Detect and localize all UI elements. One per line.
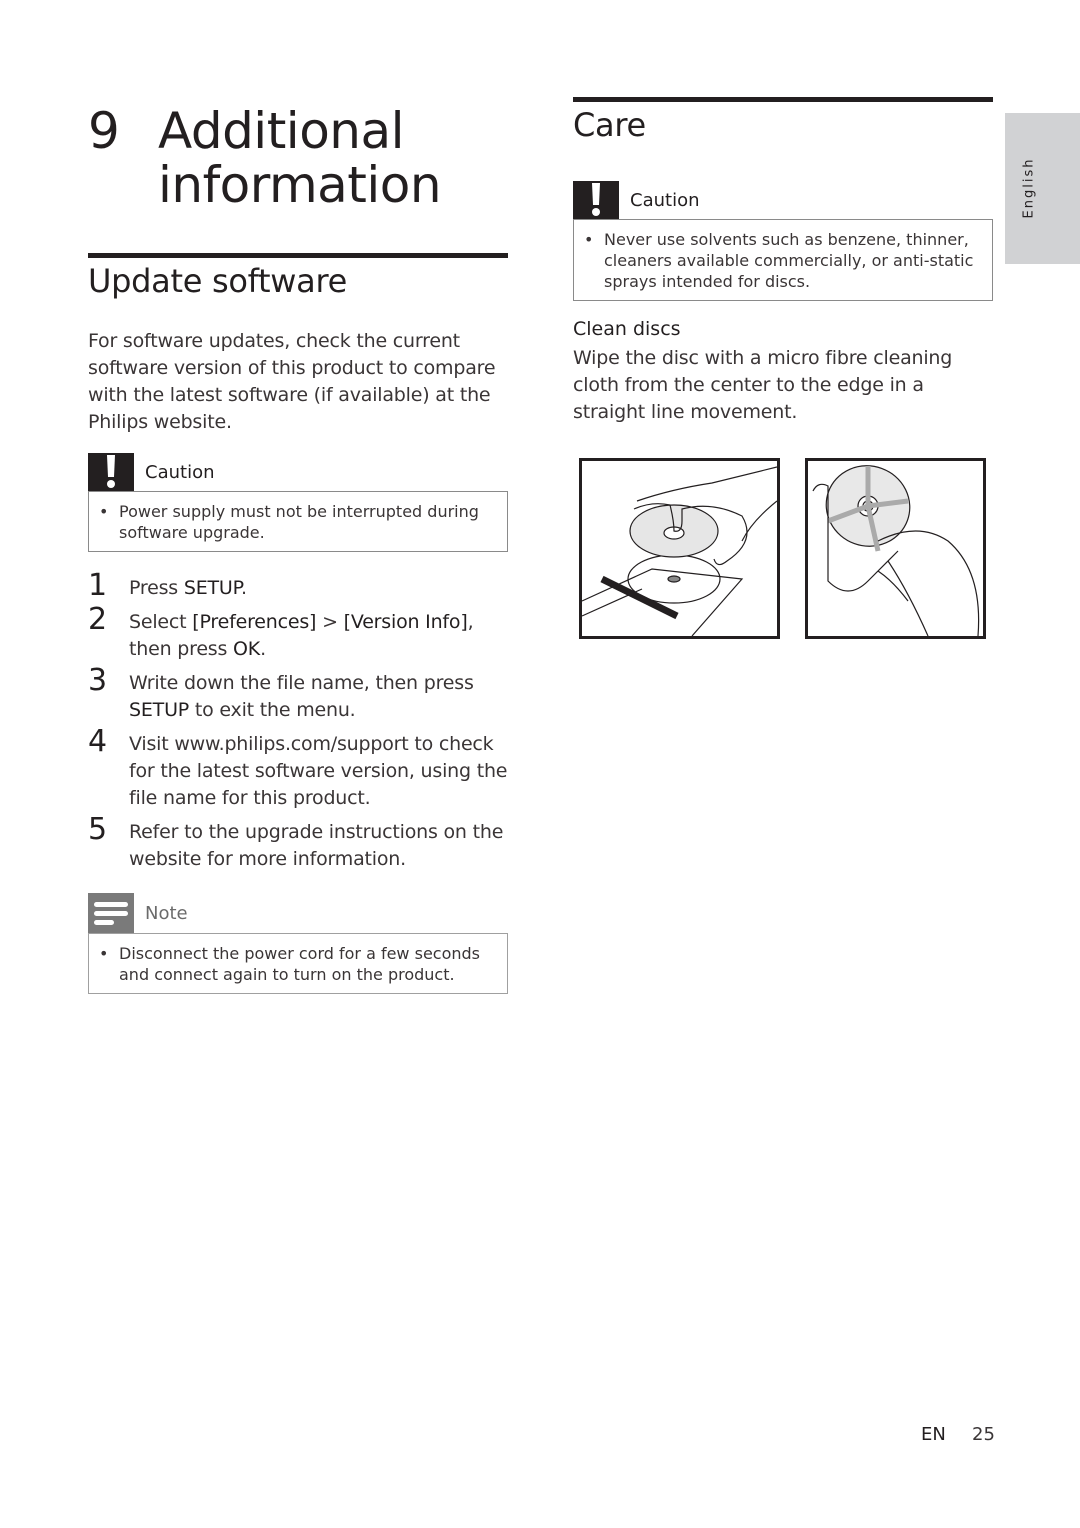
- step-text: Write down the file name, then press SET…: [129, 672, 474, 721]
- step-number: 5: [88, 812, 107, 847]
- page-number: 25: [972, 1424, 995, 1445]
- caution-body: • Power supply must not be interrupted d…: [88, 491, 508, 552]
- step-number: 4: [88, 724, 107, 759]
- step-item: 4 Visit www.philips.com/support to check…: [88, 727, 508, 812]
- step-item: 2 Select [Preferences] > [Version Info],…: [88, 605, 508, 663]
- step-item: 3 Write down the file name, then press S…: [88, 666, 508, 724]
- caution-item-text: Power supply must not be interrupted dur…: [119, 502, 479, 542]
- key-setup: SETUP: [129, 699, 190, 721]
- step-text: Press SETUP.: [129, 577, 247, 599]
- note-box: Note • Disconnect the power cord for a f…: [88, 893, 508, 994]
- note-header: Note: [88, 893, 508, 933]
- step-number: 3: [88, 663, 107, 698]
- caution-header: Caution: [88, 453, 508, 491]
- note-item: • Disconnect the power cord for a few se…: [99, 943, 497, 985]
- update-steps-list: 1 Press SETUP. 2 Select [Preferences] > …: [88, 571, 508, 880]
- exclamation-icon: [573, 181, 619, 219]
- caution-body: • Never use solvents such as benzene, th…: [573, 219, 993, 301]
- language-tab: English: [1005, 113, 1080, 264]
- chapter-number: 9: [88, 102, 120, 160]
- step-number: 2: [88, 602, 107, 637]
- bullet-icon: •: [584, 230, 594, 249]
- note-item-text: Disconnect the power cord for a few seco…: [119, 944, 480, 984]
- caution-item-text: Never use solvents such as benzene, thin…: [604, 230, 974, 291]
- step-item: 5 Refer to the upgrade instructions on t…: [88, 815, 508, 873]
- menu-preferences: [Preferences]: [192, 611, 317, 633]
- caution-label: Caution: [145, 461, 215, 483]
- footer-language: EN: [921, 1424, 946, 1445]
- chapter-title-line2: information: [158, 156, 442, 214]
- section-title-update-software: Update software: [88, 262, 347, 300]
- key-ok: OK: [233, 638, 261, 660]
- section-divider: [573, 97, 993, 102]
- language-tab-label: English: [1021, 157, 1037, 219]
- step-text: Select [Preferences] > [Version Info], t…: [129, 611, 474, 660]
- note-label: Note: [145, 902, 188, 924]
- caution-box-care: Caution • Never use solvents such as ben…: [573, 181, 993, 301]
- menu-version-info: [Version Info]: [343, 611, 468, 633]
- disc-wiping-illustration: [805, 458, 986, 639]
- note-body: • Disconnect the power cord for a few se…: [88, 933, 508, 994]
- clean-discs-text: Wipe the disc with a micro fibre cleanin…: [573, 347, 953, 423]
- caution-item: • Power supply must not be interrupted d…: [99, 501, 497, 543]
- section-title-care: Care: [573, 106, 646, 144]
- step-number: 1: [88, 568, 107, 603]
- step-text: Refer to the upgrade instructions on the…: [129, 821, 504, 870]
- step-text: Visit www.philips.com/support to check f…: [129, 733, 508, 809]
- caution-box-update: Caution • Power supply must not be inter…: [88, 453, 508, 552]
- key-setup: SETUP: [183, 577, 241, 599]
- update-intro-text: For software updates, check the current …: [88, 330, 496, 433]
- clean-discs-heading: Clean discs: [573, 318, 681, 340]
- bullet-icon: •: [99, 502, 109, 521]
- section-divider: [88, 253, 508, 258]
- caution-label: Caution: [630, 189, 700, 211]
- chapter-title-line1: Additional: [158, 102, 405, 160]
- caution-item: • Never use solvents such as benzene, th…: [584, 229, 982, 292]
- exclamation-icon: [88, 453, 134, 491]
- chapter-title: Additional information: [158, 102, 442, 214]
- bullet-icon: •: [99, 944, 109, 963]
- disc-handling-illustration: [579, 458, 780, 639]
- step-item: 1 Press SETUP.: [88, 571, 508, 602]
- note-lines-icon: [88, 893, 134, 933]
- caution-header: Caution: [573, 181, 993, 219]
